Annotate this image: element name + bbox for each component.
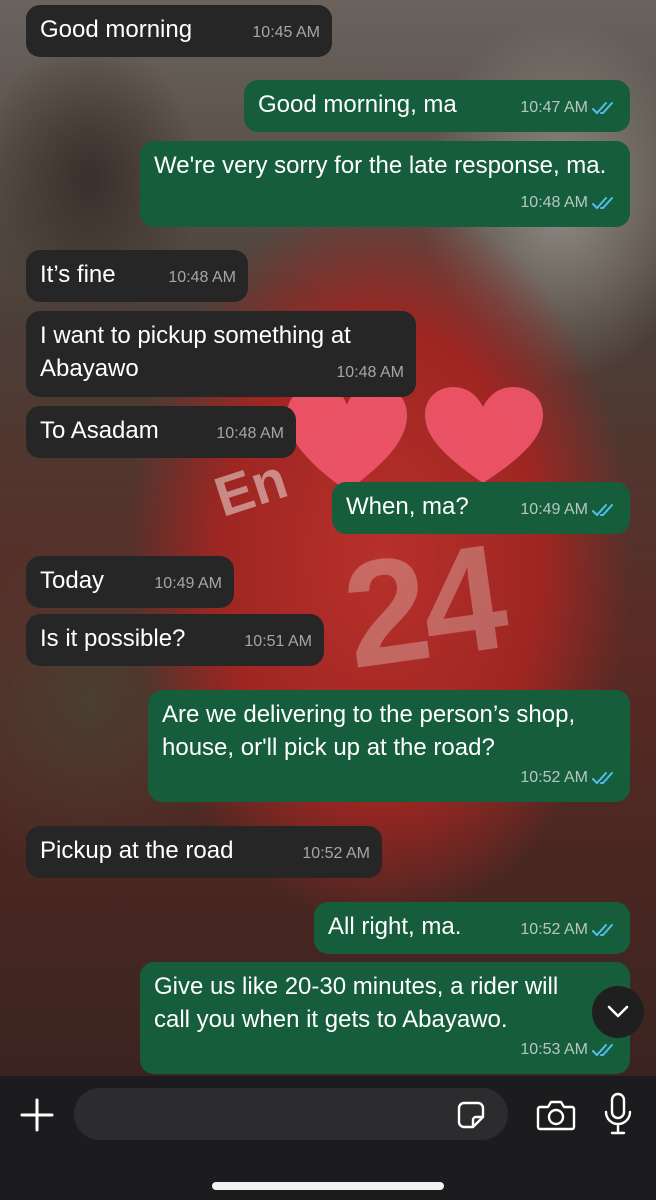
message-bubble-outgoing[interactable]: Are we delivering to the person’s shop, … (148, 690, 630, 802)
message-bubble-incoming[interactable]: Is it possible? 10:51 AM (26, 614, 324, 666)
message-time: 10:48 AM (520, 194, 588, 211)
message-time: 10:48 AM (168, 269, 236, 286)
double-check-icon (592, 1043, 613, 1056)
message-text: I want to pickup something at Abayawo (40, 322, 357, 382)
message-text: Good morning (40, 16, 193, 43)
microphone-icon[interactable] (602, 1092, 634, 1136)
message-time: 10:45 AM (252, 24, 320, 41)
message-bubble-incoming[interactable]: Good morning 10:45 AM (26, 5, 332, 57)
message-bubble-incoming[interactable]: Today 10:49 AM (26, 556, 234, 608)
home-indicator (212, 1182, 444, 1190)
message-time: 10:49 AM (520, 501, 588, 518)
message-bubble-incoming[interactable]: Pickup at the road 10:52 AM (26, 826, 382, 878)
message-time: 10:51 AM (244, 633, 312, 650)
message-bubble-outgoing[interactable]: We're very sorry for the late response, … (140, 141, 630, 227)
chevron-down-icon (607, 1005, 629, 1018)
scroll-to-bottom-button[interactable] (592, 986, 644, 1038)
double-check-icon (592, 923, 613, 936)
message-text: Good morning, ma (258, 91, 457, 118)
plus-icon[interactable] (18, 1096, 56, 1134)
message-bubble-incoming[interactable]: It’s fine 10:48 AM (26, 250, 248, 302)
message-text: Pickup at the road (40, 837, 234, 864)
message-text: To Asadam (40, 417, 159, 444)
message-bubble-outgoing[interactable]: Give us like 20-30 minutes, a rider will… (140, 962, 630, 1074)
message-input[interactable] (74, 1088, 508, 1140)
message-time: 10:48 AM (336, 364, 404, 381)
message-time: 10:49 AM (154, 575, 222, 592)
sticker-icon[interactable] (456, 1100, 486, 1130)
message-bubble-incoming[interactable]: I want to pickup something at Abayawo 10… (26, 311, 416, 397)
message-bubble-outgoing[interactable]: All right, ma. 10:52 AM (314, 902, 630, 954)
message-bubble-outgoing[interactable]: Good morning, ma 10:47 AM (244, 80, 630, 132)
message-text: Are we delivering to the person’s shop, … (162, 701, 582, 761)
heart-icon (425, 387, 543, 483)
wallpaper-shirt-number: 24 (333, 512, 511, 700)
message-text: When, ma? (346, 493, 469, 520)
message-text: Give us like 20-30 minutes, a rider will… (154, 973, 565, 1033)
heart-stickers (287, 385, 543, 491)
double-check-icon (592, 196, 613, 209)
message-time: 10:53 AM (520, 1041, 588, 1058)
message-time: 10:47 AM (520, 99, 588, 116)
message-text: It’s fine (40, 261, 116, 288)
message-text: We're very sorry for the late response, … (154, 152, 607, 179)
message-time: 10:48 AM (216, 425, 284, 442)
heart-icon (287, 385, 407, 491)
double-check-icon (592, 771, 613, 784)
message-bubble-incoming[interactable]: To Asadam 10:48 AM (26, 406, 296, 458)
message-time: 10:52 AM (520, 921, 588, 938)
wallpaper-shirt-letters: En (207, 446, 295, 529)
camera-icon[interactable] (536, 1098, 576, 1132)
double-check-icon (592, 101, 613, 114)
message-text: Today (40, 567, 105, 594)
message-text: All right, ma. (328, 913, 462, 940)
message-time: 10:52 AM (520, 769, 588, 786)
message-text: Is it possible? (40, 625, 186, 652)
double-check-icon (592, 503, 613, 516)
message-time: 10:52 AM (302, 845, 370, 862)
message-bubble-outgoing[interactable]: When, ma? 10:49 AM (332, 482, 630, 534)
